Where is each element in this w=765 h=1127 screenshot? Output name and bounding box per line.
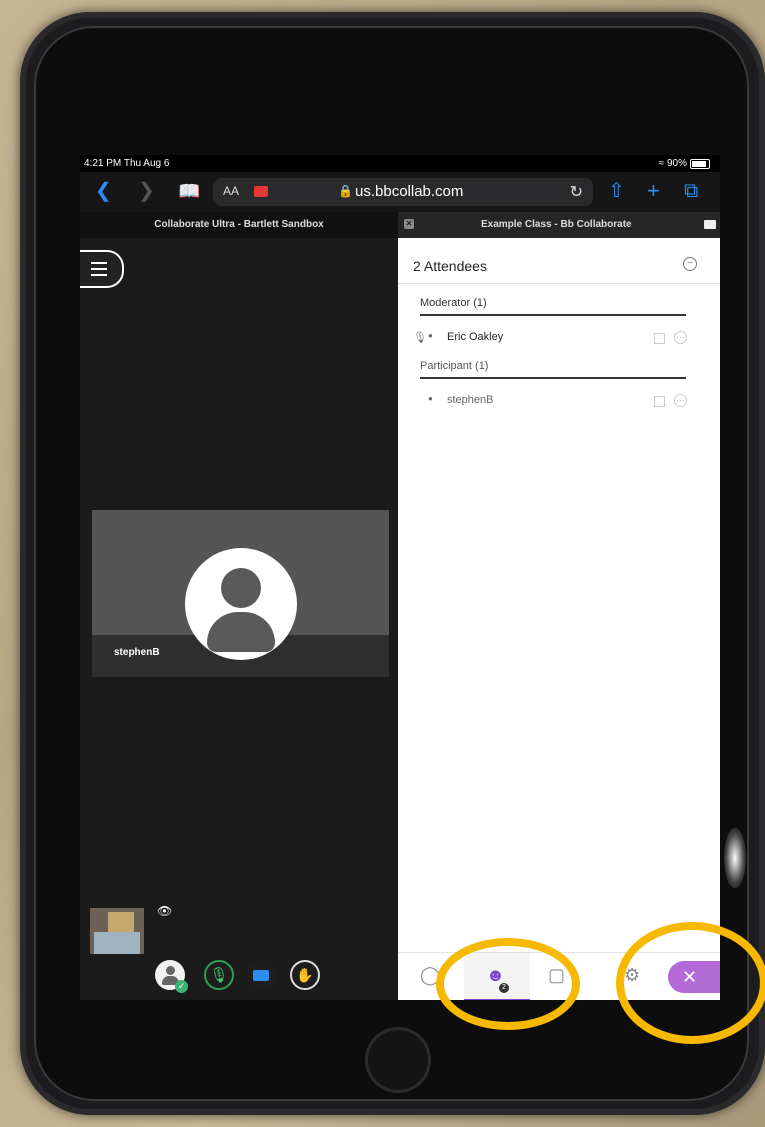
- tabs-overview-icon[interactable]: ⧉: [684, 180, 698, 202]
- eye-icon[interactable]: 👁: [157, 904, 172, 918]
- more-options-icon[interactable]: ⋯: [674, 394, 687, 407]
- lock-icon: 🔒: [338, 184, 353, 198]
- attendees-panel: 2 Attendees − Moderator (1) 🎙 ● Eric Oak…: [398, 238, 720, 1000]
- safari-toolbar: ❮ ❯ 📖 AA 🔒 us.bbcollab.com ↻ ⇧ + ⧉: [80, 172, 720, 212]
- video-tile: stephenB: [92, 510, 389, 677]
- bookmarks-icon[interactable]: 📖: [178, 180, 200, 202]
- camera-button[interactable]: [246, 960, 276, 990]
- microphone-icon: 🎙: [209, 967, 229, 984]
- battery-status: ≈ 90%: [658, 158, 710, 169]
- video-tile-name: stephenB: [114, 647, 160, 658]
- group-label-participant: Participant (1): [420, 360, 489, 372]
- microphone-button[interactable]: 🎙: [204, 960, 234, 990]
- close-tab-icon[interactable]: ✕: [404, 219, 414, 229]
- new-tab-icon[interactable]: +: [647, 180, 660, 202]
- attendee-name: Eric Oakley: [447, 331, 504, 343]
- more-options-icon[interactable]: ⋯: [674, 331, 687, 344]
- self-camera-preview[interactable]: [90, 908, 144, 954]
- highlight-circle-close: [616, 922, 765, 1044]
- address-bar[interactable]: AA 🔒 us.bbcollab.com ↻: [213, 178, 593, 206]
- microphone-icon: 🎙: [413, 332, 427, 344]
- camera-in-use-icon: [704, 220, 716, 229]
- battery-percent: 90%: [666, 158, 687, 169]
- session-stage: stephenB 👁 ✓ 🎙 ✋: [80, 238, 398, 1000]
- share-icon[interactable]: ⇧: [608, 180, 625, 202]
- panel-title: 2 Attendees: [413, 258, 487, 274]
- forward-icon[interactable]: ❯: [138, 180, 155, 202]
- back-icon[interactable]: ❮: [95, 180, 112, 202]
- text-size-button[interactable]: AA: [223, 184, 239, 198]
- check-icon: ✓: [175, 980, 188, 993]
- tab-left-title: Collaborate Ultra - Bartlett Sandbox: [154, 219, 324, 230]
- person-icon: ●: [428, 394, 433, 403]
- tab-right[interactable]: ✕ Example Class - Bb Collaborate: [398, 212, 720, 238]
- status-bar: 4:21 PM Thu Aug 6 ≈ 90%: [80, 155, 720, 172]
- url-text[interactable]: us.bbcollab.com: [355, 183, 463, 200]
- status-time: 4:21 PM Thu Aug 6: [84, 158, 170, 169]
- attendee-name: stephenB: [447, 394, 494, 406]
- highlight-circle-attendees: [436, 938, 580, 1030]
- wifi-icon: ≈: [658, 158, 664, 169]
- avatar: [185, 548, 297, 660]
- home-button[interactable]: [365, 1027, 431, 1093]
- list-item[interactable]: 🎙 ● Eric Oakley ⋯: [398, 323, 698, 353]
- tab-left[interactable]: Collaborate Ultra - Bartlett Sandbox: [80, 212, 398, 238]
- reload-icon[interactable]: ↻: [570, 182, 583, 202]
- camera-icon: [253, 969, 269, 981]
- battery-icon: [690, 158, 710, 169]
- my-status-button[interactable]: ✓: [155, 960, 188, 993]
- group-label-moderator: Moderator (1): [420, 297, 487, 309]
- light-glare: [724, 828, 746, 888]
- split-view-tabs: Collaborate Ultra - Bartlett Sandbox ✕ E…: [80, 212, 720, 238]
- tab-right-title: Example Class - Bb Collaborate: [481, 219, 632, 230]
- collapse-icon[interactable]: −: [683, 257, 697, 271]
- list-item[interactable]: ● stephenB ⋯: [398, 386, 698, 416]
- hand-icon: ✋: [296, 966, 314, 983]
- screen-recording-icon: [254, 186, 268, 197]
- hamburger-icon: [91, 262, 107, 276]
- tablet-screen: 4:21 PM Thu Aug 6 ≈ 90% ❮ ❯ 📖 AA 🔒 us.bb…: [80, 155, 720, 1000]
- activity-icon: [654, 333, 665, 344]
- person-icon: ●: [428, 331, 433, 340]
- session-menu-button[interactable]: [80, 250, 124, 288]
- activity-icon: [654, 396, 665, 407]
- raise-hand-button[interactable]: ✋: [290, 960, 320, 990]
